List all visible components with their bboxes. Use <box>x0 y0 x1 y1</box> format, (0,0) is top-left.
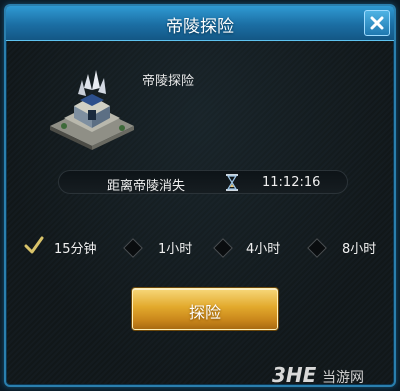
duration-label-1h: 1小时 <box>158 242 193 257</box>
dungeon-name: 帝陵探险 <box>142 74 195 89</box>
explore-button-label: 探险 <box>188 303 221 322</box>
timer-value: 11:12:16 <box>262 175 321 190</box>
duration-label-15min: 15分钟 <box>54 242 97 257</box>
duration-label-4h: 4小时 <box>246 242 281 257</box>
checkbox-diamond <box>213 238 233 258</box>
dialog-titlebar: 帝陵探险 <box>6 6 394 41</box>
castle-icon <box>50 70 134 150</box>
checkbox-diamond <box>307 238 327 258</box>
watermark-logo: 3HE <box>272 363 317 387</box>
duration-label-8h: 8小时 <box>342 242 377 257</box>
check-icon <box>24 236 44 254</box>
close-button[interactable] <box>364 10 390 36</box>
watermark-text: 当游网 <box>322 370 364 386</box>
dialog-title: 帝陵探险 <box>166 17 234 37</box>
explore-button[interactable]: 探险 <box>132 288 278 330</box>
hourglass-icon <box>226 174 238 191</box>
timer-label: 距离帝陵消失 <box>107 179 186 194</box>
timer-bar: 距离帝陵消失 11:12:16 <box>58 170 348 194</box>
checkbox-diamond <box>123 238 143 258</box>
site-watermark: 3HE 当游网 <box>272 363 394 389</box>
dungeon-dialog: 帝陵探险 帝陵探险 距离帝陵消失 11:12:16 15分钟 1小时 4小时 8… <box>4 4 396 387</box>
close-icon <box>370 16 384 30</box>
